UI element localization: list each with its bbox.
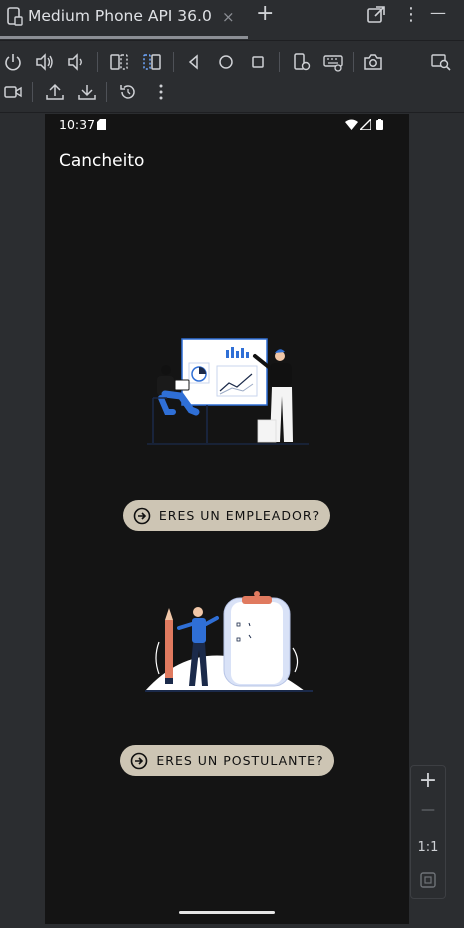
arrow-circle-right-icon [131, 752, 148, 769]
sd-card-icon [97, 119, 106, 130]
gesture-navigation-bar[interactable] [179, 911, 275, 914]
more-icon[interactable] [151, 82, 171, 102]
wifi-icon [345, 119, 358, 130]
volume-up-icon[interactable] [35, 52, 55, 72]
toolbar-separator [279, 52, 280, 72]
device-tab-title: Medium Phone API 36.0 [28, 7, 212, 25]
upload-icon[interactable] [45, 82, 65, 102]
reset-icon[interactable] [118, 82, 138, 102]
candidate-button-label: ERES UN POSTULANTE? [156, 753, 324, 768]
app-title: Cancheito [59, 151, 145, 171]
battery-icon [376, 119, 383, 130]
camera-icon[interactable] [363, 52, 383, 72]
window-tab-bar: Medium Phone API 36.0 × + ⋮ — [0, 0, 464, 41]
power-icon[interactable] [3, 52, 23, 72]
rotate-right-icon[interactable] [142, 52, 162, 72]
zoom-one-to-one-button[interactable]: 1:1 [411, 840, 445, 855]
toolbar-separator [353, 52, 354, 72]
active-tab-indicator [0, 36, 248, 39]
fit-screen-icon[interactable] [419, 871, 437, 889]
more-options-icon[interactable]: ⋮ [402, 4, 420, 25]
toolbar-separator [106, 82, 107, 102]
zoom-screen-icon[interactable] [431, 52, 451, 72]
toolbar-separator [173, 52, 174, 72]
employer-button[interactable]: ERES UN EMPLEADOR? [123, 500, 330, 531]
device-settings-icon[interactable] [292, 52, 312, 72]
left-gutter [0, 114, 44, 928]
employer-illustration [147, 336, 309, 450]
keyboard-icon[interactable] [323, 52, 343, 72]
device-icon [7, 7, 23, 26]
overview-icon[interactable] [248, 52, 268, 72]
add-tab-icon[interactable]: + [256, 1, 274, 26]
emulator-toolbar-row-2 [0, 74, 464, 113]
toolbar-separator [97, 52, 98, 72]
download-icon[interactable] [77, 82, 97, 102]
device-tab[interactable]: Medium Phone API 36.0 × [0, 0, 248, 39]
open-external-icon[interactable] [365, 4, 387, 26]
record-video-icon[interactable] [3, 82, 23, 102]
home-icon[interactable] [216, 52, 236, 72]
phone-screen[interactable]: 10:37 Cancheito ERES UN EMPLEADOR? ERES … [45, 114, 409, 924]
minimize-icon[interactable]: — [430, 3, 446, 22]
candidate-illustration [145, 588, 313, 694]
candidate-button[interactable]: ERES UN POSTULANTE? [120, 745, 334, 776]
arrow-circle-right-icon [133, 507, 151, 524]
zoom-controls: + — 1:1 [410, 765, 446, 899]
zoom-out-button[interactable]: — [411, 802, 445, 818]
signal-icon [360, 119, 371, 130]
close-tab-icon[interactable]: × [222, 8, 235, 26]
toolbar-separator [32, 82, 33, 102]
zoom-in-button[interactable]: + [411, 768, 445, 793]
volume-down-icon[interactable] [66, 52, 86, 72]
employer-button-label: ERES UN EMPLEADOR? [158, 508, 321, 523]
status-bar: 10:37 [45, 114, 409, 136]
back-icon[interactable] [184, 52, 204, 72]
rotate-left-icon[interactable] [109, 52, 129, 72]
status-time: 10:37 [59, 117, 96, 132]
